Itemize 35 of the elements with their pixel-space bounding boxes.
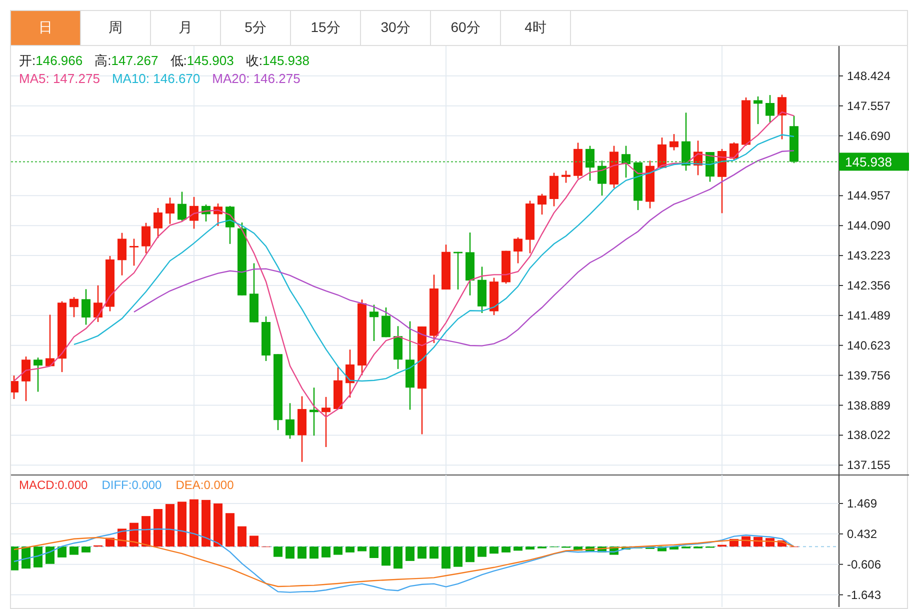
quote-label: 低:: [170, 53, 187, 68]
axis-label: 147.557: [847, 98, 890, 113]
axis-label: 143.223: [847, 248, 890, 263]
quote-value: 145.903: [186, 53, 234, 68]
quote-value: 145.938: [262, 53, 310, 68]
axis-label: 142.356: [847, 278, 890, 292]
axis-label: 0.432: [847, 526, 878, 541]
quote-label: 高:: [94, 53, 112, 68]
quote-value: 146.966: [36, 53, 83, 68]
ma-legend: MA10: 146.670: [112, 70, 200, 88]
quote-label: 开:: [19, 53, 36, 68]
axis-label: 1.469: [847, 496, 878, 510]
axis-label: 140.623: [847, 338, 890, 352]
axis-label: -0.606: [847, 557, 882, 572]
price-tag: 145.938: [839, 152, 909, 171]
axis-label: 148.424: [847, 68, 890, 83]
axis-label: 139.756: [847, 368, 890, 382]
axis-label: 141.489: [847, 308, 890, 322]
ma-legend: MA5: 147.275: [19, 70, 100, 88]
axis-label: -1.643: [847, 588, 882, 602]
macd-legend-label: DIFF:: [102, 478, 132, 492]
axis-label: 138.889: [847, 398, 890, 412]
macd-legend-value: 0.000: [132, 478, 162, 492]
axis-label: 144.957: [847, 188, 890, 203]
axis-label: 144.090: [847, 218, 890, 233]
axis-label: 137.155: [847, 458, 890, 472]
quote-value: 147.267: [111, 53, 158, 68]
quote-label: 收:: [246, 53, 262, 68]
macd-legend-label: MACD:: [19, 478, 58, 492]
axis-label: 138.022: [847, 428, 890, 442]
macd-legend-label: DEA:: [176, 478, 204, 492]
macd-legend-value: 0.000: [58, 478, 88, 492]
macd-legend-value: 0.000: [204, 478, 234, 492]
axis-label: 146.690: [847, 128, 890, 143]
ma-legend: MA20: 146.275: [212, 70, 300, 88]
